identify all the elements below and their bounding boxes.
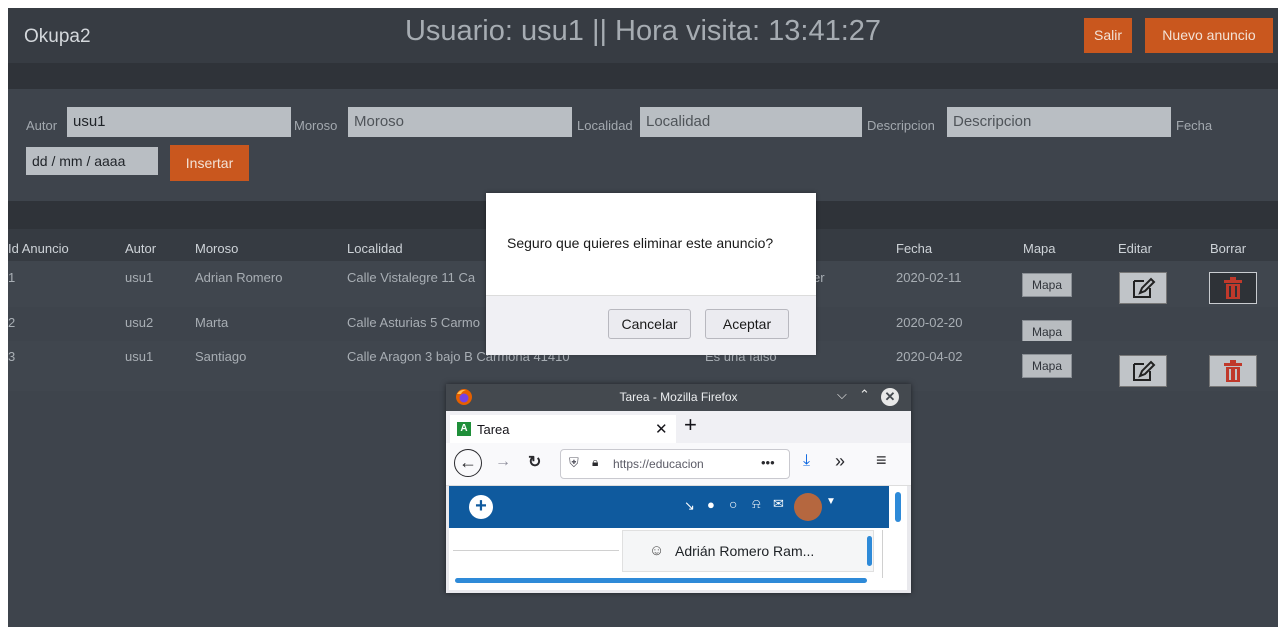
firefox-content: + ↘ ● ○ ⍾ ✉ ▼ ☺ Adrián Romero Ram... (449, 486, 907, 590)
download-icon[interactable]: ⤓ (803, 452, 810, 470)
reload-icon[interactable]: ↻ (528, 452, 541, 472)
add-icon[interactable]: + (469, 495, 493, 519)
header-editar: Editar (1118, 241, 1152, 256)
url-bar[interactable]: ⛨ 🔒︎ https://educacion ••• (560, 449, 790, 479)
autor-input[interactable]: usu1 (67, 107, 291, 137)
user-avatar[interactable] (794, 493, 822, 521)
cell-id: 1 (8, 270, 16, 285)
cell-autor: usu1 (125, 270, 154, 285)
trash-icon (1224, 277, 1242, 299)
close-tab-icon[interactable]: ✕ (655, 420, 668, 438)
fecha-input[interactable]: dd / mm / aaaa (26, 147, 158, 175)
navbar-divider (8, 63, 1278, 89)
header-fecha: Fecha (896, 241, 933, 256)
trash-icon (1224, 360, 1242, 382)
cancel-button[interactable]: Cancelar (608, 309, 691, 339)
cell-moroso: Marta (195, 315, 229, 330)
accept-button[interactable]: Aceptar (705, 309, 789, 339)
page-actions-icon[interactable]: ••• (761, 455, 775, 470)
fecha-label: Fecha (1176, 118, 1213, 133)
firefox-tabbar: A Tarea ✕ + (446, 411, 911, 443)
tab-title: Tarea (477, 422, 510, 437)
header-localidad: Localidad (347, 241, 403, 256)
descripcion-label: Descripcion (867, 118, 935, 133)
localidad-label: Localidad (577, 118, 633, 133)
mail-icon[interactable]: ✉ (773, 496, 784, 512)
edit-button[interactable] (1119, 355, 1167, 387)
map-button[interactable]: Mapa (1022, 273, 1072, 297)
divider (453, 550, 619, 551)
chat-icon[interactable]: ○ (729, 496, 737, 512)
firefox-titlebar[interactable]: Tarea - Mozilla Firefox ⌵ ⌃ ✕ (446, 384, 911, 411)
maximize-icon[interactable]: ⌃ (859, 387, 870, 403)
delete-button[interactable] (1209, 272, 1257, 304)
user-dropdown-menu: ☺ Adrián Romero Ram... (622, 530, 874, 572)
close-window-icon[interactable]: ✕ (881, 388, 899, 406)
menu-scrollbar[interactable] (867, 536, 872, 566)
minimize-icon[interactable]: ⌵ (837, 387, 847, 403)
confirm-dialog: Seguro que quieres eliminar este anuncio… (486, 193, 816, 355)
map-button[interactable]: Mapa (1022, 354, 1072, 378)
cell-autor: usu2 (125, 315, 154, 330)
cell-fecha: 2020-04-02 (896, 349, 963, 364)
descripcion-input[interactable]: Descripcion (947, 107, 1171, 137)
cell-moroso: Adrian Romero (195, 270, 283, 285)
cell-fecha: 2020-02-11 (896, 270, 962, 285)
localidad-input[interactable]: Localidad (640, 107, 862, 137)
autor-label: Autor (26, 118, 58, 133)
dialog-footer: Cancelar Aceptar (486, 295, 816, 355)
overflow-chevron-icon[interactable]: » (835, 451, 845, 472)
cell-fecha: 2020-02-20 (896, 315, 963, 330)
chevron-down-icon[interactable]: ▼ (826, 496, 836, 507)
hamburger-menu-icon[interactable]: ≡ (876, 450, 887, 471)
header-mapa: Mapa (1023, 241, 1056, 256)
header-id: Id Anuncio (8, 241, 69, 256)
user-icon: ☺ (649, 542, 665, 559)
horizontal-scrollbar[interactable] (455, 578, 867, 583)
collapse-icon[interactable]: ↘ (684, 498, 695, 514)
header-moroso: Moroso (195, 241, 239, 256)
cell-localidad: Calle Asturias 5 Carmo (347, 315, 480, 330)
navbar: Okupa2 Usuario: usu1 || Hora visita: 13:… (8, 8, 1278, 63)
moodle-topbar: + ↘ ● ○ ⍾ ✉ ▼ (449, 486, 889, 528)
menu-item-user-name[interactable]: Adrián Romero Ram... (675, 543, 814, 559)
cell-localidad: Calle Vistalegre 11 Ca (347, 270, 476, 285)
url-text: https://educacion (613, 457, 704, 471)
cell-id: 2 (8, 315, 16, 330)
header-autor: Autor (125, 241, 157, 256)
moroso-input[interactable]: Moroso (348, 107, 572, 137)
insert-button[interactable]: Insertar (170, 145, 249, 181)
lock-icon: 🔒︎ (592, 455, 599, 469)
new-tab-icon[interactable]: + (684, 412, 697, 438)
globe-icon[interactable]: ● (707, 497, 715, 512)
back-icon[interactable]: ← (454, 449, 482, 477)
browser-tab[interactable]: A Tarea ✕ (450, 415, 676, 443)
dialog-message: Seguro que quieres eliminar este anuncio… (507, 235, 774, 251)
cell-id: 3 (8, 349, 16, 364)
scrollbar[interactable] (895, 492, 901, 522)
tab-favicon-icon: A (457, 422, 471, 436)
delete-button[interactable] (1209, 355, 1257, 387)
header-borrar: Borrar (1210, 241, 1247, 256)
shield-icon: ⛨ (569, 455, 579, 470)
moroso-label: Moroso (294, 118, 338, 133)
edit-icon (1133, 277, 1156, 298)
divider (882, 530, 883, 578)
edit-icon (1133, 360, 1156, 381)
cell-autor: usu1 (125, 349, 154, 364)
firefox-toolbar: ← → ↻ ⛨ 🔒︎ https://educacion ••• ⤓ » ≡ (446, 443, 911, 486)
edit-button[interactable] (1119, 272, 1167, 304)
cell-moroso: Santiago (195, 349, 247, 364)
bell-icon[interactable]: ⍾ (752, 496, 761, 512)
forward-icon[interactable]: → (495, 453, 511, 471)
logout-button[interactable]: Salir (1084, 18, 1132, 53)
new-ad-button[interactable]: Nuevo anuncio (1145, 18, 1273, 53)
firefox-window: Tarea - Mozilla Firefox ⌵ ⌃ ✕ A Tarea ✕ … (446, 384, 911, 593)
